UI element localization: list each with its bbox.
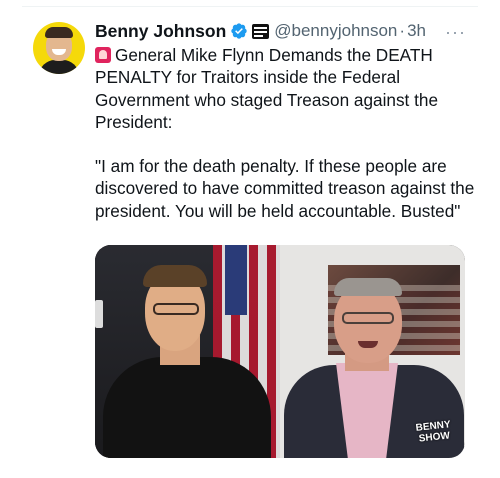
tweet-header: Benny Johnson @bennyjohnson · 3h ··· <box>95 18 475 44</box>
separator-dot: · <box>399 21 406 40</box>
more-options-icon[interactable]: ··· <box>445 22 466 43</box>
tweet-time[interactable]: 3h <box>407 21 426 41</box>
microphone <box>95 300 103 328</box>
video-left-panel <box>95 245 283 458</box>
host-glasses <box>153 303 199 315</box>
show-watermark: BENNY SHOW <box>415 419 452 445</box>
tweet-paragraph-1-text: General Mike Flynn Demands the DEATH PEN… <box>95 45 439 132</box>
rotating-light-icon <box>95 47 111 63</box>
top-divider <box>22 6 478 7</box>
avatar[interactable] <box>33 22 85 74</box>
guest-hair <box>334 278 402 296</box>
tweet-paragraph-1: General Mike Flynn Demands the DEATH PEN… <box>95 44 475 133</box>
flag-canton <box>225 245 247 315</box>
tweet-video[interactable]: BENNY SHOW <box>95 245 465 458</box>
author-handle[interactable]: @bennyjohnson <box>274 21 397 41</box>
verified-badge-icon <box>231 23 247 39</box>
guest-glasses <box>342 312 394 324</box>
tweet-paragraph-2: "I am for the death penalty. If these pe… <box>95 156 475 221</box>
avatar-hair <box>45 27 73 38</box>
affiliate-badge-icon <box>252 23 270 39</box>
tweet[interactable]: Benny Johnson @bennyjohnson · 3h ··· Gen… <box>95 18 475 222</box>
host-shirt <box>103 357 271 458</box>
avatar-shirt <box>39 60 79 74</box>
author-name[interactable]: Benny Johnson <box>95 21 226 42</box>
host-hair <box>143 265 207 287</box>
tweet-text: General Mike Flynn Demands the DEATH PEN… <box>95 44 475 222</box>
